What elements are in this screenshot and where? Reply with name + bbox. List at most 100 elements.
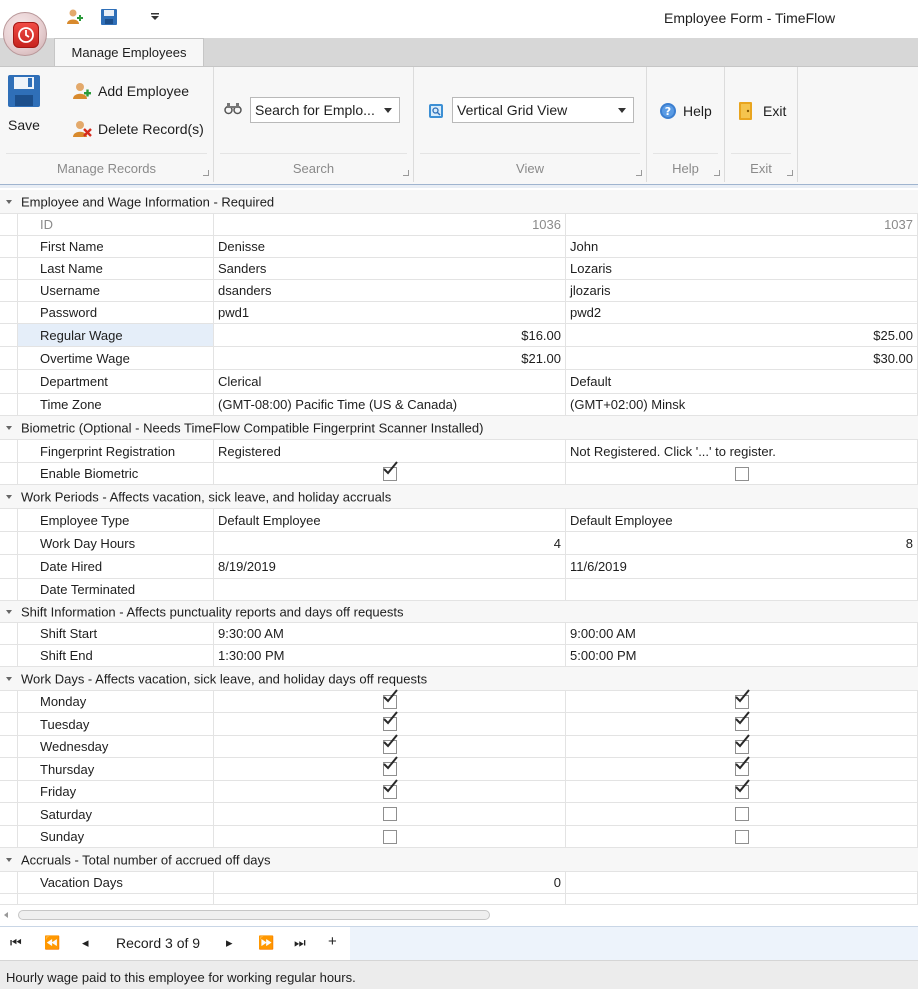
grid-cell[interactable]: 11/6/2019 (566, 555, 918, 578)
category-row-work-periods[interactable]: Work Periods - Affects vacation, sick le… (0, 485, 918, 509)
first-record-icon[interactable]: ⏮ (10, 935, 22, 951)
next-record-icon[interactable]: ▸ (226, 935, 233, 951)
grid-cell[interactable]: (GMT-08:00) Pacific Time (US & Canada) (214, 394, 566, 415)
checked-checkbox[interactable] (734, 756, 750, 776)
checked-checkbox[interactable] (734, 688, 750, 709)
grid-cell[interactable]: Default (566, 370, 918, 393)
grid-cell[interactable] (566, 826, 918, 847)
view-launcher-icon[interactable] (636, 170, 642, 176)
checked-checkbox[interactable] (734, 711, 750, 731)
grid-row-last-name[interactable]: Last Name Sanders Lozaris (0, 258, 918, 280)
collapse-chevron-icon[interactable] (6, 199, 12, 204)
grid-cell[interactable]: 1037 (566, 214, 918, 235)
grid-row-date-terminated[interactable]: Date Terminated (0, 579, 918, 601)
save-icon[interactable] (98, 6, 120, 28)
grid-cell[interactable]: $30.00 (566, 347, 918, 369)
unchecked-checkbox[interactable] (734, 466, 749, 481)
collapse-chevron-icon[interactable] (6, 425, 12, 430)
checked-checkbox[interactable] (382, 460, 398, 481)
grid-row-username[interactable]: Username dsanders jlozaris (0, 280, 918, 302)
grid-cell[interactable]: Lozaris (566, 258, 918, 279)
app-menu-button[interactable] (3, 12, 47, 56)
grid-cell[interactable]: 5:00:00 PM (566, 645, 918, 666)
previous-page-icon[interactable]: ⏪ (44, 935, 60, 951)
grid-row-fingerprint[interactable]: Fingerprint Registration Registered Not Re… (0, 440, 918, 463)
grid-row-tuesday[interactable]: Tuesday (0, 711, 918, 736)
grid-cell[interactable] (214, 894, 566, 904)
grid-cell[interactable] (214, 460, 566, 484)
grid-cell[interactable]: 9:00:00 AM (566, 623, 918, 644)
search-launcher-icon[interactable] (403, 170, 409, 176)
last-record-icon[interactable]: ⏭ (294, 935, 306, 951)
grid-row-wednesday[interactable]: Wednesday (0, 733, 918, 758)
grid-cell[interactable] (566, 894, 918, 904)
grid-cell[interactable] (566, 803, 918, 825)
grid-cell[interactable] (566, 688, 918, 712)
category-row-biometric[interactable]: Biometric (Optional - Needs TimeFlow Com… (0, 416, 918, 440)
scrollbar-thumb[interactable] (18, 910, 490, 920)
horizontal-scrollbar[interactable] (0, 904, 918, 926)
grid-cell[interactable]: (GMT+02:00) Minsk (566, 394, 918, 415)
manage-records-launcher-icon[interactable] (203, 170, 209, 176)
collapse-chevron-icon[interactable] (6, 609, 12, 614)
grid-row-overtime-wage[interactable]: Overtime Wage $21.00 $30.00 (0, 347, 918, 370)
grid-row-time-zone[interactable]: Time Zone (GMT-08:00) Pacific Time (US & … (0, 394, 918, 416)
grid-row-enable-biometric[interactable]: Enable Biometric (0, 460, 918, 485)
grid-row-vacation-days[interactable]: Vacation Days 0 (0, 872, 918, 894)
grid-row-sick-partial[interactable] (0, 894, 918, 904)
grid-row-first-name[interactable]: First Name Denisse John (0, 236, 918, 258)
checked-checkbox[interactable] (382, 711, 398, 731)
help-launcher-icon[interactable] (714, 170, 720, 176)
grid-row-department[interactable]: Department Clerical Default (0, 370, 918, 394)
grid-row-work-day-hours[interactable]: Work Day Hours 4 8 (0, 532, 918, 555)
grid-row-regular-wage[interactable]: Regular Wage $16.00 $25.00 (0, 324, 918, 347)
add-employee-icon[interactable] (64, 6, 86, 28)
employee-vertical-grid[interactable]: Employee and Wage Information - Required… (0, 190, 918, 904)
grid-cell[interactable]: Not Registered. Click '...' to register. (566, 440, 918, 462)
grid-cell[interactable]: Default Employee (566, 509, 918, 531)
checked-checkbox[interactable] (734, 778, 750, 799)
grid-row-date-hired[interactable]: Date Hired 8/19/2019 11/6/2019 (0, 555, 918, 579)
grid-cell[interactable] (566, 733, 918, 757)
add-employee-button[interactable]: Add Employee (72, 81, 189, 101)
append-record-icon[interactable]: + (328, 933, 337, 950)
checked-checkbox[interactable] (382, 733, 398, 754)
next-page-icon[interactable]: ⏩ (258, 935, 274, 951)
grid-cell[interactable] (566, 872, 918, 893)
grid-cell[interactable]: jlozaris (566, 280, 918, 301)
grid-cell[interactable]: Sanders (214, 258, 566, 279)
delete-record-button[interactable]: Delete Record(s) (72, 119, 204, 139)
grid-row-sunday[interactable]: Sunday (0, 826, 918, 848)
grid-row-shift-end[interactable]: Shift End 1:30:00 PM 5:00:00 PM (0, 645, 918, 667)
grid-cell[interactable]: John (566, 236, 918, 257)
category-row-shift[interactable]: Shift Information - Affects punctuality … (0, 601, 918, 623)
grid-row-employee-type[interactable]: Employee Type Default Employee Default Emp… (0, 509, 918, 532)
checked-checkbox[interactable] (382, 688, 398, 709)
unchecked-checkbox[interactable] (734, 829, 749, 844)
collapse-chevron-icon[interactable] (6, 676, 12, 681)
scroll-left-icon[interactable] (4, 912, 8, 918)
category-row-work-days[interactable]: Work Days - Affects vacation, sick leave… (0, 667, 918, 691)
tab-manage-employees[interactable]: Manage Employees (54, 38, 204, 67)
unchecked-checkbox[interactable] (382, 807, 397, 821)
checked-checkbox[interactable] (382, 778, 398, 799)
collapse-chevron-icon[interactable] (6, 857, 12, 862)
grid-row-thursday[interactable]: Thursday (0, 756, 918, 781)
customize-dropdown-icon[interactable] (144, 6, 166, 28)
grid-cell[interactable] (214, 803, 566, 825)
grid-cell[interactable]: Clerical (214, 370, 566, 393)
checked-checkbox[interactable] (734, 733, 750, 754)
unchecked-checkbox[interactable] (734, 807, 749, 821)
category-row-accruals[interactable]: Accruals - Total number of accrued off d… (0, 848, 918, 872)
category-row-wage[interactable]: Employee and Wage Information - Required (0, 190, 918, 214)
grid-cell[interactable]: pwd1 (214, 302, 566, 323)
grid-cell[interactable]: 0 (214, 872, 566, 893)
grid-cell[interactable] (214, 579, 566, 600)
grid-row-friday[interactable]: Friday (0, 778, 918, 803)
grid-cell[interactable] (214, 688, 566, 712)
grid-cell[interactable] (214, 826, 566, 847)
grid-cell[interactable] (566, 579, 918, 600)
grid-cell[interactable] (214, 778, 566, 802)
exit-launcher-icon[interactable] (787, 170, 793, 176)
grid-cell[interactable] (566, 463, 918, 484)
